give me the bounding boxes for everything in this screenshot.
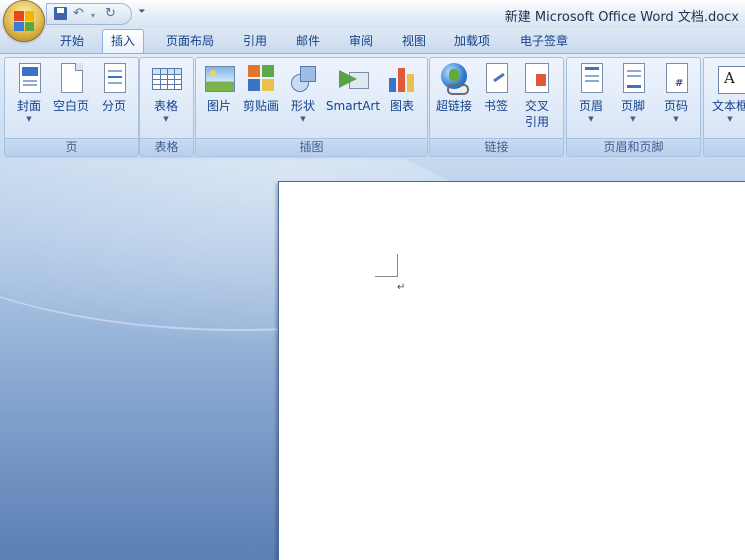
cover-page-label: 封面 bbox=[16, 99, 41, 113]
tab-home[interactable]: 开始 bbox=[52, 30, 92, 52]
page-break-label: 分页 bbox=[101, 99, 126, 113]
tab-e-signature[interactable]: 电子签章 bbox=[512, 30, 576, 52]
blank-page-icon bbox=[55, 62, 87, 94]
chart-label: 图表 bbox=[389, 99, 414, 113]
office-logo-icon bbox=[14, 11, 34, 31]
clipart-label: 剪贴画 bbox=[242, 99, 279, 113]
group-illustrations: 图片 剪贴画 形状 ▼ SmartArt 图表 插图 bbox=[195, 57, 428, 157]
textbox-label: 文本框 bbox=[711, 99, 745, 113]
chevron-down-icon: ▼ bbox=[588, 115, 594, 123]
cross-reference-icon bbox=[521, 62, 553, 94]
shapes-button[interactable]: 形状 ▼ bbox=[286, 62, 320, 124]
page-break-button[interactable]: 分页 bbox=[94, 62, 134, 114]
customize-dropdown-icon[interactable]: ⏷ bbox=[136, 5, 148, 19]
tab-page-layout[interactable]: 页面布局 bbox=[158, 30, 222, 52]
footer-icon bbox=[617, 62, 649, 94]
group-label-illustrations: 插图 bbox=[196, 138, 427, 156]
ribbon-tabs: 开始 插入 页面布局 引用 邮件 审阅 视图 加载项 电子签章 bbox=[0, 28, 745, 54]
group-tables: 表格 ▼ 表格 bbox=[139, 57, 194, 157]
page-number-icon: # bbox=[660, 62, 692, 94]
paragraph-mark: ↵ bbox=[397, 282, 406, 293]
undo-dropdown-icon[interactable]: ▾ bbox=[91, 11, 95, 20]
group-pages: 封面 ▼ 空白页 分页 页 bbox=[4, 57, 139, 157]
picture-icon bbox=[203, 62, 235, 94]
page-number-label: 页码 bbox=[663, 99, 688, 113]
picture-label: 图片 bbox=[206, 99, 231, 113]
page-number-button[interactable]: # 页码 ▼ bbox=[656, 62, 696, 124]
page-break-icon bbox=[98, 62, 130, 94]
header-label: 页眉 bbox=[578, 99, 603, 113]
tab-mailings[interactable]: 邮件 bbox=[288, 30, 328, 52]
chart-button[interactable]: 图表 bbox=[384, 62, 420, 114]
chevron-down-icon: ▼ bbox=[26, 115, 32, 123]
group-label-header-footer: 页眉和页脚 bbox=[567, 138, 700, 156]
bookmark-icon bbox=[480, 62, 512, 94]
group-links: 超链接 书签 交叉 引用 链接 bbox=[429, 57, 564, 157]
cover-page-icon bbox=[13, 62, 45, 94]
picture-button[interactable]: 图片 bbox=[201, 62, 237, 114]
bookmark-button[interactable]: 书签 bbox=[478, 62, 514, 114]
save-icon[interactable] bbox=[53, 6, 69, 22]
hyperlink-label: 超链接 bbox=[435, 99, 472, 113]
table-label: 表格 bbox=[153, 99, 178, 113]
chevron-down-icon: ▼ bbox=[163, 115, 169, 123]
smartart-icon bbox=[337, 62, 369, 94]
tab-review[interactable]: 审阅 bbox=[341, 30, 381, 52]
smartart-label: SmartArt bbox=[325, 99, 381, 113]
shapes-label: 形状 bbox=[290, 99, 315, 113]
cross-reference-button[interactable]: 交叉 引用 bbox=[518, 62, 556, 130]
hyperlink-button[interactable]: 超链接 bbox=[433, 62, 475, 114]
tab-insert[interactable]: 插入 bbox=[102, 29, 145, 54]
group-label-pages: 页 bbox=[5, 138, 138, 156]
tab-addins[interactable]: 加载项 bbox=[446, 30, 498, 52]
table-icon bbox=[150, 62, 182, 94]
baidu-watermark: Baidu经验 jingyan.baidu.com bbox=[572, 488, 714, 534]
quick-access-toolbar: ↶ ▾ ↻ bbox=[46, 3, 132, 25]
group-header-footer: 页眉 ▼ 页脚 ▼ # 页码 ▼ 页眉和页脚 bbox=[566, 57, 701, 157]
table-button[interactable]: 表格 ▼ bbox=[146, 62, 186, 124]
bookmark-label: 书签 bbox=[483, 99, 508, 113]
header-icon bbox=[575, 62, 607, 94]
watermark-brand: Baidu经验 bbox=[572, 494, 715, 524]
header-button[interactable]: 页眉 ▼ bbox=[571, 62, 611, 124]
tab-view[interactable]: 视图 bbox=[394, 30, 434, 52]
undo-icon[interactable]: ↶ bbox=[73, 6, 89, 22]
textbox-icon: A bbox=[714, 62, 745, 94]
smartart-button[interactable]: SmartArt bbox=[324, 62, 382, 114]
group-label-text bbox=[704, 138, 745, 156]
clipart-button[interactable]: 剪贴画 bbox=[240, 62, 282, 114]
ribbon: 封面 ▼ 空白页 分页 页 表格 ▼ 表格 图片 剪贴画 形状 ▼ SmartA… bbox=[0, 53, 745, 160]
footer-label: 页脚 bbox=[620, 99, 645, 113]
hyperlink-globe-icon bbox=[438, 62, 470, 95]
group-text: A 文本框 ▼ bbox=[703, 57, 745, 157]
text-boundary-corner bbox=[375, 254, 398, 277]
blank-page-label: 空白页 bbox=[52, 99, 89, 113]
chevron-down-icon: ▼ bbox=[300, 115, 306, 123]
chevron-down-icon: ▼ bbox=[727, 115, 733, 123]
textbox-button[interactable]: A 文本框 ▼ bbox=[706, 62, 745, 124]
clipart-icon bbox=[245, 62, 277, 94]
group-label-tables: 表格 bbox=[140, 138, 193, 156]
chart-icon bbox=[386, 62, 418, 94]
office-button[interactable] bbox=[4, 1, 44, 41]
footer-button[interactable]: 页脚 ▼ bbox=[613, 62, 653, 124]
cross-reference-label-line1: 交叉 bbox=[524, 99, 549, 113]
tab-references[interactable]: 引用 bbox=[235, 30, 275, 52]
window-title: 新建 Microsoft Office Word 文档.docx bbox=[504, 10, 739, 25]
chevron-down-icon: ▼ bbox=[630, 115, 636, 123]
cross-reference-label-line2: 引用 bbox=[524, 115, 549, 129]
group-label-links: 链接 bbox=[430, 138, 563, 156]
redo-icon[interactable]: ↻ bbox=[105, 6, 121, 22]
watermark-url: jingyan.baidu.com bbox=[584, 523, 677, 534]
cover-page-button[interactable]: 封面 ▼ bbox=[9, 62, 49, 124]
shapes-icon bbox=[287, 62, 319, 94]
blank-page-button[interactable]: 空白页 bbox=[51, 62, 91, 114]
chevron-down-icon: ▼ bbox=[673, 115, 679, 123]
title-bar: ↶ ▾ ↻ ⏷ 新建 Microsoft Office Word 文档.docx bbox=[0, 0, 745, 28]
